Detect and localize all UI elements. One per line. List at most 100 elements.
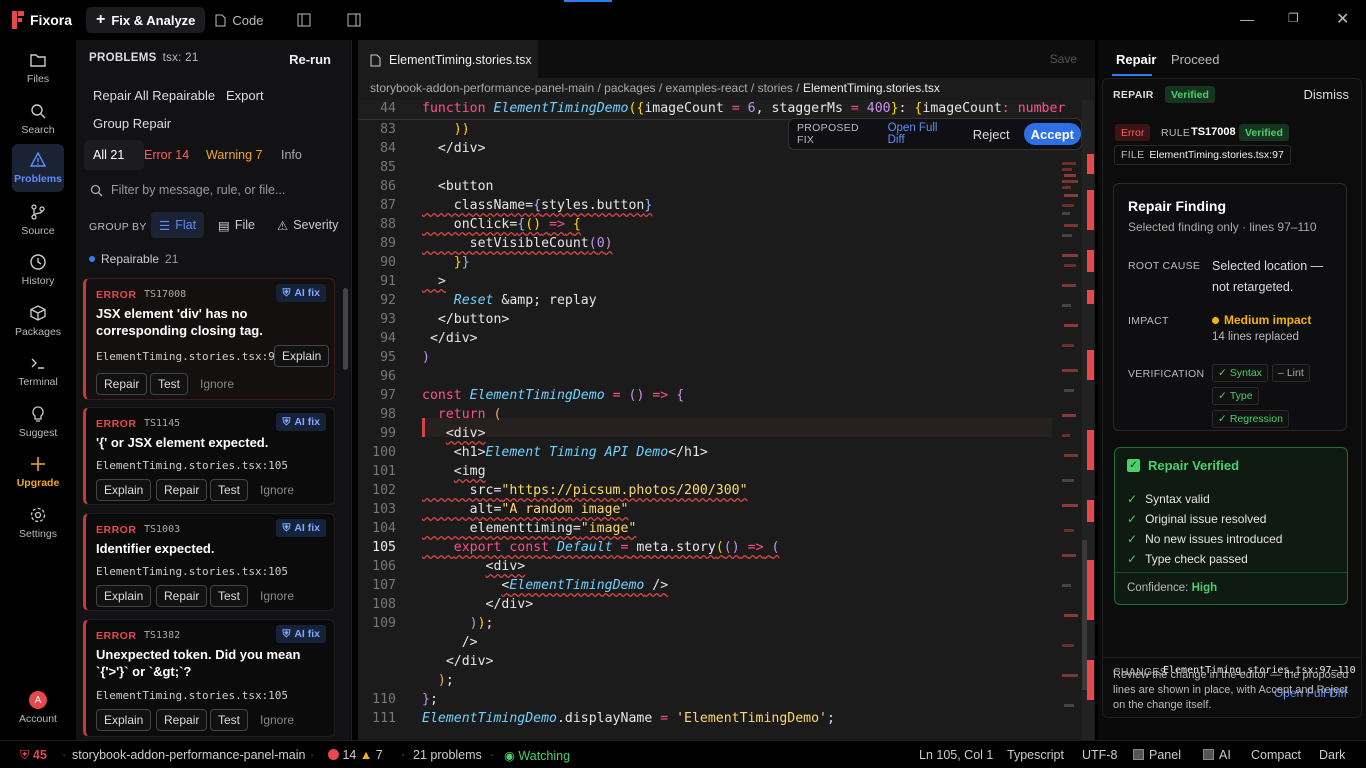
current-line-highlight: [422, 418, 1052, 437]
line-number: 94: [380, 331, 396, 346]
toggle-panel[interactable]: Panel: [1133, 748, 1181, 762]
accept-button[interactable]: Accept: [1023, 123, 1081, 145]
activity-terminal[interactable]: Terminal: [12, 347, 64, 395]
rerun-button[interactable]: Re-run: [289, 52, 331, 67]
explain-button[interactable]: Explain: [96, 479, 152, 501]
status-language[interactable]: Typescript: [1007, 748, 1064, 762]
minimap[interactable]: [1060, 154, 1080, 734]
problem-card[interactable]: ERROR TS1382 ⛨ AI fix Unexpected token. D…: [83, 619, 335, 737]
filter-search[interactable]: Filter by message, rule, or file...: [82, 176, 346, 204]
test-button[interactable]: Test: [150, 373, 189, 395]
problems-scrollbar[interactable]: [343, 288, 348, 370]
toggle-sidebar-icon[interactable]: [297, 13, 311, 27]
activity-source[interactable]: Source: [12, 196, 64, 244]
check-lint: – Lint: [1272, 364, 1310, 382]
activity-problems[interactable]: Problems: [12, 144, 64, 192]
problem-card[interactable]: ERROR TS1003 ⛨ AI fix Identifier expected…: [83, 513, 335, 611]
ignore-button[interactable]: Ignore: [260, 589, 294, 603]
ignore-button[interactable]: Ignore: [260, 713, 294, 727]
status-problems[interactable]: 21 problems: [413, 748, 482, 762]
card-file[interactable]: ElementTiming.stories.tsx:105: [96, 689, 288, 702]
activity-search[interactable]: Search: [12, 95, 64, 143]
ai-fix-badge[interactable]: ⛨ AI fix: [276, 519, 326, 537]
status-position[interactable]: Ln 105, Col 1: [919, 748, 993, 762]
toggle-panel-icon[interactable]: [347, 13, 361, 27]
breadcrumb-item[interactable]: storybook-addon-performance-panel-main: [370, 81, 594, 95]
breadcrumb-item[interactable]: examples-react: [666, 81, 748, 95]
activity-suggest[interactable]: Suggest: [12, 398, 64, 446]
reject-button[interactable]: Reject: [973, 127, 1010, 142]
test-button[interactable]: Test: [210, 479, 249, 501]
group-file[interactable]: ▤ File: [210, 212, 263, 238]
tab-repair[interactable]: Repair: [1116, 52, 1156, 67]
ai-fix-badge[interactable]: ⛨ AI fix: [276, 284, 326, 302]
minimize-icon[interactable]: —: [1240, 11, 1254, 27]
filter-info[interactable]: Info: [281, 148, 302, 162]
list-icon: ☰: [159, 218, 171, 233]
editor-scrollbar[interactable]: [1082, 100, 1094, 740]
breadcrumb-item[interactable]: packages: [604, 81, 655, 95]
card-level: ERROR: [96, 524, 137, 536]
maximize-icon[interactable]: ❐: [1288, 11, 1299, 25]
repair-button[interactable]: Repair: [96, 373, 148, 395]
code-area[interactable]: 83 84 85 86 87 88 89 90 91 92 93 94 95 9…: [358, 100, 1058, 740]
sticky-scroll-line[interactable]: 44 function ElementTimingDemo({imageCoun…: [358, 100, 1065, 120]
status-project[interactable]: storybook-addon-performance-panel-main: [72, 748, 305, 762]
divider: [1103, 657, 1361, 658]
explain-button[interactable]: Explain: [96, 709, 152, 731]
filter-all[interactable]: All 21: [93, 148, 124, 162]
status-watching[interactable]: ◉ Watching: [504, 748, 570, 763]
status-diagnostics[interactable]: 14 ▲ 7: [328, 748, 383, 762]
activity-settings[interactable]: Settings: [12, 499, 64, 547]
activity-history[interactable]: History: [12, 246, 64, 294]
group-severity[interactable]: ⚠ Severity: [269, 212, 346, 238]
repair-all-button[interactable]: Repair All Repairable: [93, 88, 215, 103]
tab-proceed[interactable]: Proceed: [1171, 52, 1219, 67]
export-button[interactable]: Export: [226, 88, 264, 103]
status-encoding[interactable]: UTF-8: [1082, 748, 1117, 762]
test-button[interactable]: Test: [210, 709, 249, 731]
title-bar: Fixora + Fix & Analyze Code — ❐ ✕: [0, 0, 1366, 40]
ai-fix-badge[interactable]: ⛨ AI fix: [276, 625, 326, 643]
line-number: 108: [372, 597, 396, 612]
explain-button[interactable]: Explain: [96, 585, 152, 607]
filter-error[interactable]: Error 14: [144, 148, 189, 162]
activity-account[interactable]: A Account: [12, 684, 64, 732]
group-repair-button[interactable]: Group Repair: [93, 116, 171, 131]
group-flat[interactable]: ☰ Flat: [151, 212, 205, 238]
close-icon[interactable]: ✕: [1336, 9, 1349, 29]
line-number: 96: [380, 369, 396, 384]
save-button[interactable]: Save: [1050, 52, 1077, 66]
breadcrumb-item[interactable]: ElementTiming.stories.tsx: [803, 81, 940, 95]
filter-warning[interactable]: Warning 7: [206, 148, 263, 162]
test-button[interactable]: Test: [210, 585, 249, 607]
dismiss-button[interactable]: Dismiss: [1304, 87, 1350, 102]
tab-code[interactable]: Code: [205, 7, 273, 33]
activity-upgrade[interactable]: Upgrade: [12, 448, 64, 496]
repair-button[interactable]: Repair: [156, 709, 208, 731]
file-chip[interactable]: FILE ElementTiming.stories.tsx:97: [1114, 145, 1291, 165]
ignore-button[interactable]: Ignore: [200, 377, 234, 391]
ai-fix-badge[interactable]: ⛨ AI fix: [276, 413, 326, 431]
card-file[interactable]: ElementTiming.stories.tsx:105: [96, 565, 288, 578]
tab-fix-analyze[interactable]: + Fix & Analyze: [86, 7, 206, 33]
activity-packages[interactable]: Packages: [12, 297, 64, 345]
repair-button[interactable]: Repair: [156, 479, 208, 501]
ignore-button[interactable]: Ignore: [260, 483, 294, 497]
open-full-diff-link[interactable]: Open Full Diff: [888, 122, 953, 146]
breadcrumb-item[interactable]: stories: [758, 81, 793, 95]
code-line: );: [437, 673, 454, 688]
problem-card[interactable]: ERROR TS1145 ⛨ AI fix '{' or JSX element …: [83, 407, 335, 505]
activity-files[interactable]: Files: [12, 44, 64, 92]
status-compact[interactable]: Compact: [1251, 748, 1301, 762]
problem-card[interactable]: ERROR TS17008 ⛨ AI fix JSX element 'div' …: [83, 278, 335, 400]
repair-finding-card: Repair Finding Selected finding only · l…: [1113, 183, 1347, 431]
repair-button[interactable]: Repair: [156, 585, 208, 607]
editor-tab[interactable]: ElementTiming.stories.tsx: [358, 40, 538, 78]
card-file[interactable]: ElementTiming.stories.tsx:105: [96, 459, 288, 472]
card-file[interactable]: ElementTiming.stories.tsx:99: [96, 350, 281, 363]
status-theme[interactable]: Dark: [1319, 748, 1345, 762]
status-count[interactable]: ⛨ 45: [20, 748, 47, 763]
explain-button[interactable]: Explain: [274, 345, 330, 367]
toggle-ai[interactable]: AI: [1203, 748, 1231, 762]
